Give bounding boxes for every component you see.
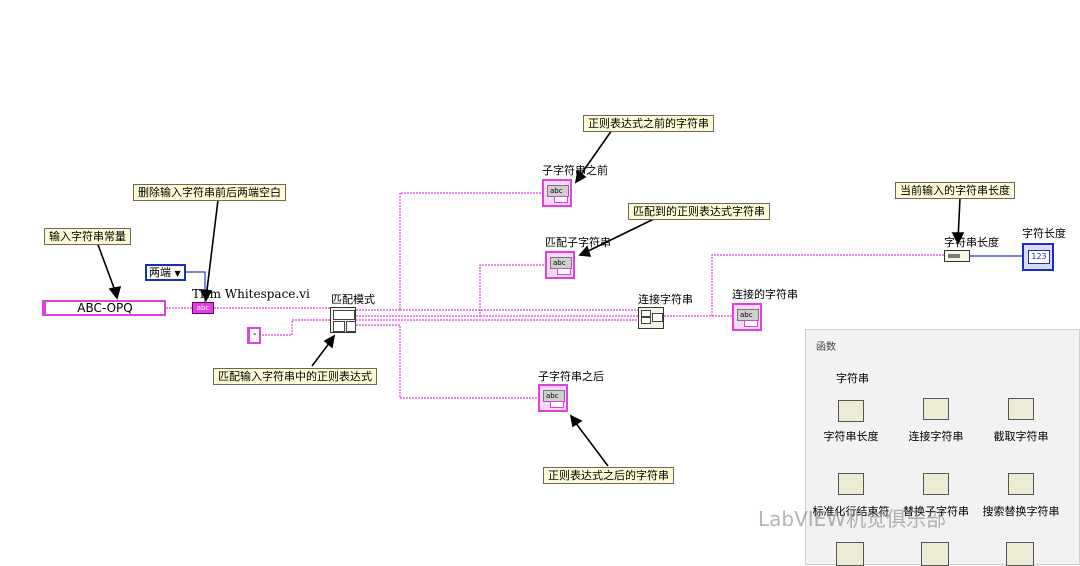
- concat-strings-node[interactable]: [638, 307, 664, 329]
- concat-result-label: 连接的字符串: [732, 288, 798, 301]
- both-ends-label: 两端: [149, 266, 171, 279]
- format-icon[interactable]: [836, 542, 864, 566]
- regex-constant-value: -: [252, 329, 257, 340]
- palette-category: 字符串: [836, 372, 869, 385]
- string-constant[interactable]: ABC-OPQ: [42, 300, 166, 316]
- trim-whitespace-node[interactable]: abc: [192, 302, 214, 314]
- note-length-current: 当前输入的字符串长度: [895, 182, 1015, 199]
- sub-after-label: 子字符串之后: [538, 370, 604, 383]
- watermark: LabVIEW机觉俱乐部: [758, 507, 947, 531]
- match-pattern-node[interactable]: [330, 307, 356, 333]
- palette-item-label: 字符串长度: [823, 430, 879, 443]
- palette-item-label: 截取字符串: [993, 430, 1049, 443]
- palette-item-string-length[interactable]: 字符串长度: [811, 400, 891, 444]
- str-length-indicator[interactable]: 123: [1022, 243, 1054, 271]
- match-sub-label: 匹配子字符串: [545, 236, 611, 249]
- substring-icon: [1008, 398, 1034, 420]
- strlen-node-label: 字符串长度: [944, 236, 999, 249]
- trim-abc-text: abc: [196, 304, 210, 312]
- dropdown-arrow-icon: ▼: [174, 269, 181, 278]
- regex-constant[interactable]: -: [247, 327, 261, 344]
- concat-result-indicator[interactable]: abc: [732, 303, 762, 331]
- string-length-icon: [838, 400, 864, 422]
- palette-title: 函数: [816, 342, 836, 353]
- note-regex-after: 正则表达式之后的字符串: [543, 467, 674, 484]
- sub-before-label: 子字符串之前: [542, 164, 608, 177]
- search-replace-icon: [1008, 473, 1034, 495]
- concatenate-icon: [923, 398, 949, 420]
- palette-item-substring[interactable]: 截取字符串: [981, 398, 1061, 444]
- note-input-const: 输入字符串常量: [44, 228, 131, 245]
- both-ends-enum[interactable]: 两端 ▼: [145, 264, 186, 281]
- trim-vi-label: Trim Whitespace.vi: [192, 287, 310, 301]
- note-regex-input: 匹配输入字符串中的正则表达式: [213, 368, 377, 385]
- str-length-label: 字符长度: [1022, 227, 1066, 240]
- sub-before-indicator[interactable]: abc: [542, 179, 572, 207]
- scan-icon[interactable]: [921, 542, 949, 566]
- match-sub-indicator[interactable]: abc: [545, 251, 575, 279]
- replace-substring-icon: [923, 473, 949, 495]
- sub-after-indicator[interactable]: abc: [538, 384, 568, 412]
- match-pattern-label: 匹配模式: [331, 293, 375, 306]
- palette-item-label: 连接字符串: [908, 430, 964, 443]
- palette-item-search-replace[interactable]: 搜索替换字符串: [981, 473, 1061, 519]
- concat-node-label: 连接字符串: [638, 293, 693, 306]
- note-regex-before: 正则表达式之前的字符串: [583, 115, 714, 132]
- string-constant-value: ABC-OPQ: [77, 301, 133, 315]
- format-string-icon[interactable]: [1006, 542, 1034, 566]
- palette-item-label: 搜索替换字符串: [982, 505, 1060, 518]
- str-length-value: 123: [1028, 250, 1050, 264]
- note-regex-match: 匹配到的正则表达式字符串: [628, 203, 770, 220]
- palette-item-concat[interactable]: 连接字符串: [896, 398, 976, 444]
- note-trim: 删除输入字符串前后两端空白: [133, 184, 286, 201]
- string-length-node[interactable]: [944, 250, 970, 262]
- normalize-eol-icon: [838, 473, 864, 495]
